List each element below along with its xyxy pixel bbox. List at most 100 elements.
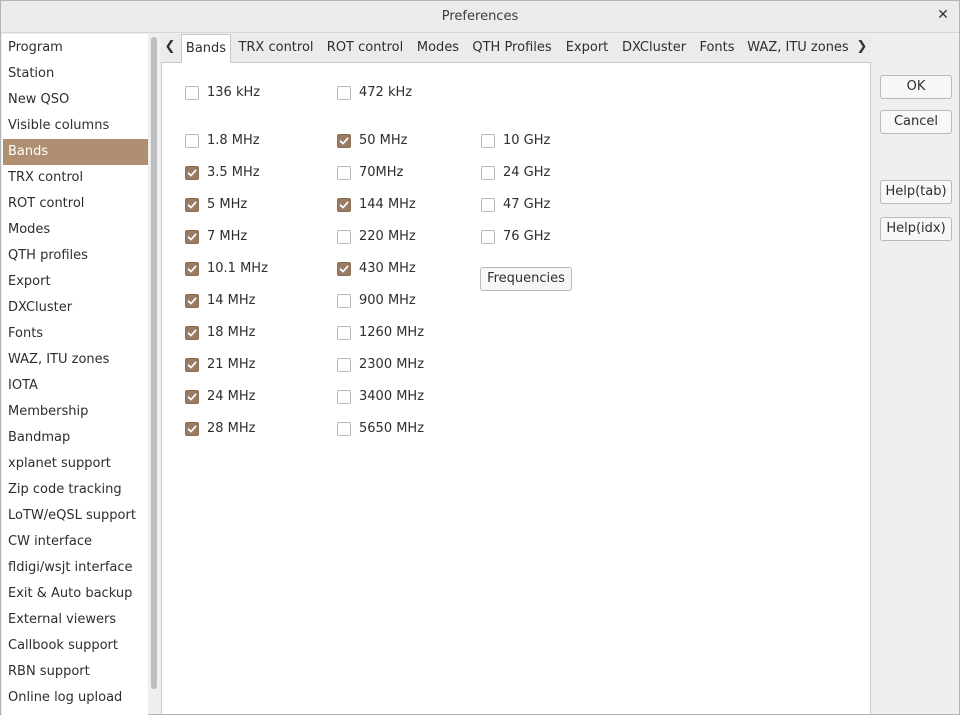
check-icon[interactable]	[337, 262, 351, 276]
checkbox-box[interactable]	[337, 86, 351, 100]
band-label: 18 MHz	[207, 325, 256, 340]
sidebar-item[interactable]: Program	[3, 35, 148, 61]
band-label: 472 kHz	[359, 85, 413, 100]
band-label: 76 GHz	[503, 229, 551, 244]
band-label: 47 GHz	[503, 197, 551, 212]
title-bar: Preferences ✕	[1, 1, 959, 33]
check-icon[interactable]	[337, 198, 351, 212]
checkbox-box[interactable]	[337, 294, 351, 308]
tab[interactable]: Fonts	[693, 34, 741, 62]
ok-button[interactable]: OK	[880, 75, 952, 99]
sidebar-item[interactable]: Exit & Auto backup	[3, 581, 148, 607]
sidebar-item[interactable]: fldigi/wsjt interface	[3, 555, 148, 581]
check-icon[interactable]	[185, 198, 199, 212]
sidebar-item[interactable]: Membership	[3, 399, 148, 425]
sidebar-item[interactable]: Modes	[3, 217, 148, 243]
checkbox-box[interactable]	[337, 326, 351, 340]
sidebar-item[interactable]: Zip code tracking	[3, 477, 148, 503]
sidebar-item[interactable]: ROT control	[3, 191, 148, 217]
band-label: 3400 MHz	[359, 389, 425, 404]
sidebar-item[interactable]: xplanet support	[3, 451, 148, 477]
band-label: 5 MHz	[207, 197, 248, 212]
checkbox-box[interactable]	[481, 166, 495, 180]
band-label: 2300 MHz	[359, 357, 425, 372]
band-label: 144 MHz	[359, 197, 416, 212]
check-icon[interactable]	[185, 294, 199, 308]
band-label: 3.5 MHz	[207, 165, 260, 180]
checkbox-box[interactable]	[337, 166, 351, 180]
tab[interactable]: WAZ, ITU zones	[743, 34, 853, 62]
chevron-right-icon[interactable]: ❯	[853, 34, 871, 62]
band-label: 900 MHz	[359, 293, 416, 308]
help-idx-button[interactable]: Help(idx)	[880, 217, 952, 241]
sidebar-item[interactable]: CW interface	[3, 529, 148, 555]
preferences-category-list[interactable]: Program Station New QSO Visible columns Band…	[2, 34, 148, 715]
band-label: 50 MHz	[359, 133, 408, 148]
checkbox-box[interactable]	[481, 134, 495, 148]
sidebar-item[interactable]: IOTA	[3, 373, 148, 399]
band-label: 14 MHz	[207, 293, 256, 308]
band-label: 7 MHz	[207, 229, 248, 244]
band-label: 70MHz	[359, 165, 404, 180]
checkbox-box[interactable]	[481, 230, 495, 244]
close-icon[interactable]: ✕	[936, 8, 950, 22]
band-label: 1.8 MHz	[207, 133, 260, 148]
sidebar-item[interactable]: RBN support	[3, 659, 148, 685]
check-icon[interactable]	[185, 166, 199, 180]
band-label: 136 kHz	[207, 85, 261, 100]
band-label: 220 MHz	[359, 229, 416, 244]
tab[interactable]: TRX control	[233, 34, 319, 62]
sidebar-item[interactable]: Online log upload	[3, 685, 148, 711]
sidebar-item[interactable]: Bands	[3, 139, 148, 165]
checkbox-box[interactable]	[185, 134, 199, 148]
check-icon[interactable]	[185, 230, 199, 244]
check-icon[interactable]	[185, 390, 199, 404]
checkbox-box[interactable]	[337, 390, 351, 404]
sidebar-item[interactable]: WAZ, ITU zones	[3, 347, 148, 373]
band-label: 10 GHz	[503, 133, 551, 148]
check-icon[interactable]	[185, 262, 199, 276]
sidebar-item[interactable]: Station	[3, 61, 148, 87]
tab[interactable]: ROT control	[321, 34, 409, 62]
chevron-left-icon[interactable]: ❮	[161, 34, 179, 62]
window-title: Preferences	[441, 9, 519, 24]
checkbox-box[interactable]	[337, 422, 351, 436]
tab[interactable]: Bands	[181, 34, 231, 63]
sidebar-item[interactable]: QTH profiles	[3, 243, 148, 269]
sidebar-item[interactable]: TRX control	[3, 165, 148, 191]
check-icon[interactable]	[185, 358, 199, 372]
preferences-window: Preferences ✕ Program Station New QSO Visib…	[0, 0, 960, 715]
tab[interactable]: Export	[559, 34, 615, 62]
check-icon[interactable]	[185, 326, 199, 340]
sidebar-item[interactable]: LoTW/eQSL support	[3, 503, 148, 529]
tab[interactable]: QTH Profiles	[467, 34, 557, 62]
sidebar-item[interactable]: DXCluster	[3, 295, 148, 321]
checkbox-box[interactable]	[337, 230, 351, 244]
sidebar-item[interactable]: Fonts	[3, 321, 148, 347]
sidebar-item[interactable]: Bandmap	[3, 425, 148, 451]
band-label: 5650 MHz	[359, 421, 425, 436]
help-tab-button[interactable]: Help(tab)	[880, 180, 952, 204]
sidebar-item[interactable]: Callbook support	[3, 633, 148, 659]
sidebar-item[interactable]: Export	[3, 269, 148, 295]
cancel-button[interactable]: Cancel	[880, 110, 952, 134]
band-label: 430 MHz	[359, 261, 416, 276]
band-label: 21 MHz	[207, 357, 256, 372]
sidebar-item[interactable]: New QSO	[3, 87, 148, 113]
sidebar-scrollbar[interactable]	[151, 37, 157, 689]
check-icon[interactable]	[185, 422, 199, 436]
band-label: 28 MHz	[207, 421, 256, 436]
bands-panel: Frequencies 136 kHz 472 kHz 1.8 MHz 3.5 MHz…	[161, 63, 871, 714]
band-label: 24 MHz	[207, 389, 256, 404]
sidebar-item[interactable]: Visible columns	[3, 113, 148, 139]
tab[interactable]: Modes	[411, 34, 465, 62]
frequencies-button[interactable]: Frequencies	[480, 267, 572, 291]
checkbox-box[interactable]	[185, 86, 199, 100]
checkbox-box[interactable]	[337, 358, 351, 372]
tab[interactable]: DXCluster	[617, 34, 691, 62]
band-label: 24 GHz	[503, 165, 551, 180]
check-icon[interactable]	[337, 134, 351, 148]
checkbox-box[interactable]	[481, 198, 495, 212]
band-label: 1260 MHz	[359, 325, 425, 340]
sidebar-item[interactable]: External viewers	[3, 607, 148, 633]
